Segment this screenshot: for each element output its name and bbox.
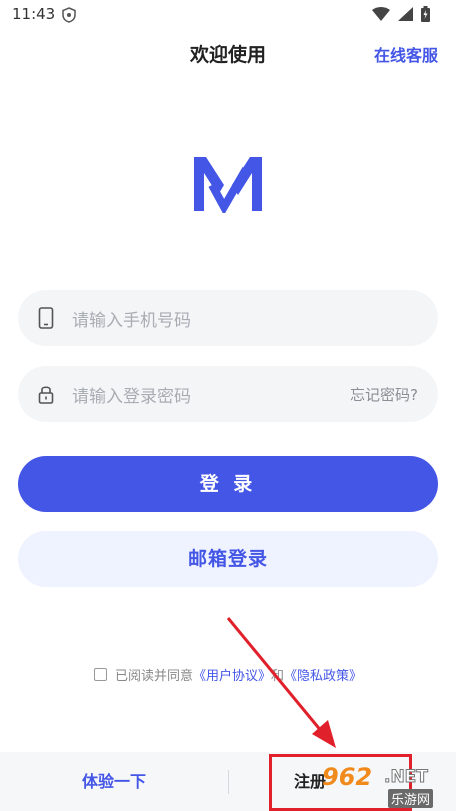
status-icons xyxy=(372,6,430,22)
status-time: 11:43 xyxy=(12,5,56,23)
user-agreement-link[interactable]: 《用户协议》 xyxy=(193,665,271,684)
phone-input[interactable]: 请输入手机号码 xyxy=(18,290,438,346)
email-login-button[interactable]: 邮箱登录 xyxy=(18,531,438,587)
login-button[interactable]: 登 录 xyxy=(18,456,438,512)
forgot-password-link[interactable]: 忘记密码? xyxy=(350,384,418,405)
watermark-suffix: .NET xyxy=(384,767,429,788)
lock-icon xyxy=(38,386,54,404)
battery-icon xyxy=(421,6,430,22)
signal-icon xyxy=(398,7,413,21)
status-bar: 11:43 xyxy=(0,0,456,30)
wifi-icon xyxy=(372,7,390,21)
shield-icon xyxy=(62,7,76,23)
agreement-conjunction: 和 xyxy=(271,669,285,684)
agreement-checkbox[interactable] xyxy=(93,668,107,681)
phone-icon xyxy=(38,307,54,329)
app-logo xyxy=(194,157,262,213)
trial-button[interactable]: 体验一下 xyxy=(0,752,228,811)
agreement-prefix: 已阅读并同意 xyxy=(114,669,193,684)
privacy-policy-link[interactable]: 《隐私政策》 xyxy=(284,665,362,684)
agreement-row: 已阅读并同意 《用户协议》 和 《隐私政策》 xyxy=(0,665,456,684)
phone-placeholder: 请输入手机号码 xyxy=(72,311,191,331)
watermark-number: 962 xyxy=(322,763,373,791)
watermark: 962 .NET 乐游网 xyxy=(322,763,450,808)
password-placeholder: 请输入登录密码 xyxy=(72,387,191,407)
password-input[interactable]: 请输入登录密码 忘记密码? xyxy=(18,366,438,422)
online-support-link[interactable]: 在线客服 xyxy=(374,42,438,66)
watermark-site-name: 乐游网 xyxy=(388,789,434,808)
